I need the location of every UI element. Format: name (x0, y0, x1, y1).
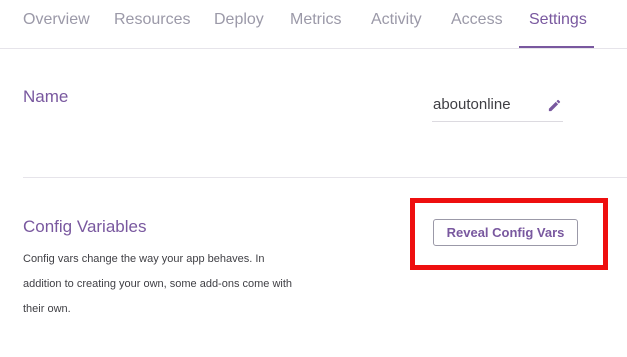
app-settings-page: Overview Resources Deploy Metrics Activi… (0, 0, 627, 357)
tab-access[interactable]: Access (451, 11, 503, 29)
config-vars-description: Config vars change the way your app beha… (23, 253, 293, 315)
pencil-icon[interactable] (547, 98, 562, 113)
tab-activity[interactable]: Activity (371, 11, 422, 29)
reveal-config-vars-button[interactable]: Reveal Config Vars (433, 219, 578, 246)
app-name-value: aboutonline (433, 96, 511, 113)
tab-bar: Overview Resources Deploy Metrics Activi… (0, 0, 627, 49)
tab-deploy[interactable]: Deploy (214, 11, 264, 29)
active-tab-indicator (519, 46, 594, 48)
section-divider (23, 177, 627, 178)
app-name-field[interactable]: aboutonline (432, 92, 563, 122)
name-section-title: Name (23, 87, 69, 106)
tab-metrics[interactable]: Metrics (290, 11, 342, 29)
tab-settings[interactable]: Settings (529, 11, 587, 29)
tab-overview[interactable]: Overview (23, 11, 90, 29)
config-vars-title: Config Variables (23, 217, 147, 236)
tab-resources[interactable]: Resources (114, 11, 190, 29)
